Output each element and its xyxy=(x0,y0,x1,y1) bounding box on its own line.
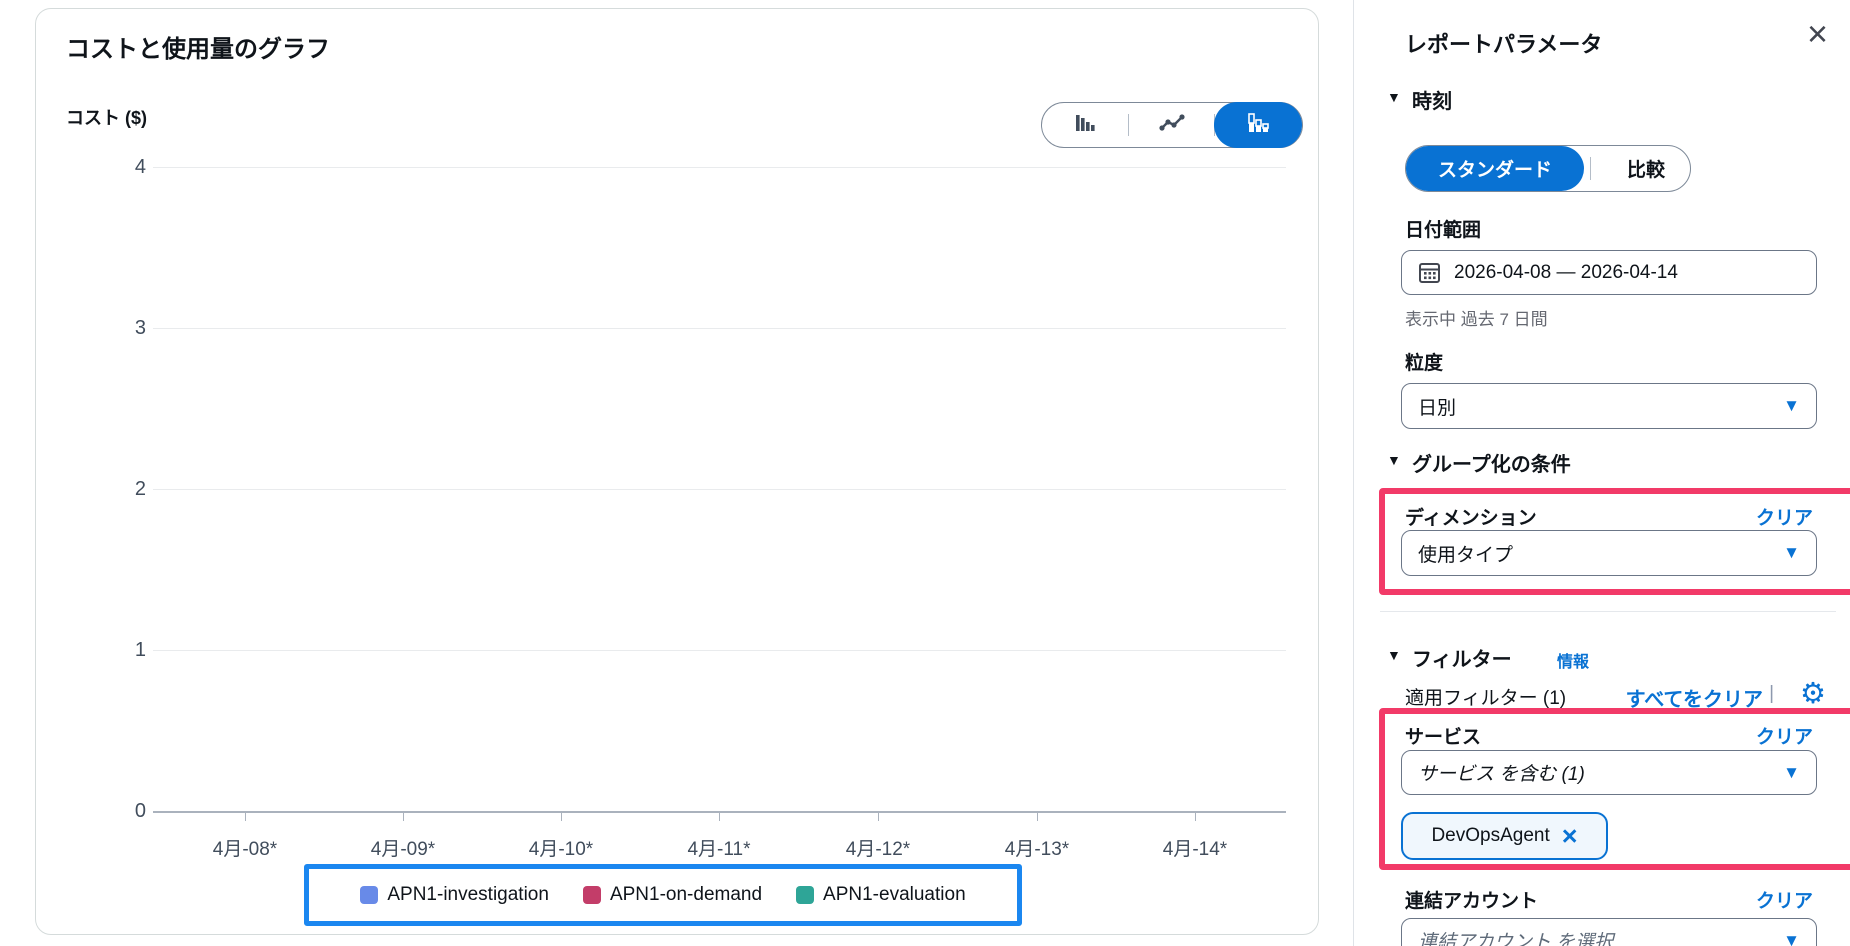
granularity-label: 粒度 xyxy=(1405,353,1444,374)
granularity-value: 日別 xyxy=(1418,397,1457,419)
x-tick-label: 4月-11* xyxy=(687,839,751,860)
x-tick xyxy=(245,813,246,821)
x-tick xyxy=(403,813,404,821)
y-tick-label: 0 xyxy=(134,800,146,822)
cost-usage-chart-card: コストと使用量のグラフ コスト ($) 4 3 2 1 0 4月-08* 4月-… xyxy=(35,8,1319,935)
legend-swatch xyxy=(796,886,815,904)
chevron-down-icon: ▼ xyxy=(1783,543,1800,562)
chevron-down-icon: ▼ xyxy=(1783,762,1800,782)
line-chart-button[interactable] xyxy=(1128,103,1215,147)
filter-info-link[interactable]: 情報 xyxy=(1557,648,1589,672)
chevron-down-icon[interactable]: ▼ xyxy=(1387,452,1401,468)
x-tick-label: 4月-09* xyxy=(370,839,436,860)
legend-label: APN1-evaluation xyxy=(823,884,966,905)
bar-chart-icon xyxy=(1073,110,1099,141)
cost-explorer-page: コストと使用量のグラフ コスト ($) 4 3 2 1 0 4月-08* 4月-… xyxy=(0,0,1850,946)
legend-swatch xyxy=(582,886,601,904)
close-icon[interactable]: × xyxy=(1807,14,1828,54)
applied-filters-label: 適用フィルター (1) xyxy=(1405,688,1567,709)
y-tick-label: 1 xyxy=(134,639,146,661)
legend-item[interactable]: APN1-investigation xyxy=(360,884,549,906)
chevron-down-icon[interactable]: ▼ xyxy=(1387,89,1401,105)
dimension-label: ディメンション xyxy=(1405,508,1537,529)
chart-legend-highlighted: APN1-investigation APN1-on-demand APN1-e… xyxy=(304,864,1022,926)
legend-item[interactable]: APN1-evaluation xyxy=(796,884,966,906)
linked-account-dropdown[interactable]: 連結アカウント を選択 ▼ xyxy=(1401,918,1817,946)
chevron-down-icon[interactable]: ▼ xyxy=(1387,647,1401,663)
separator: | xyxy=(1769,683,1774,704)
panel-title: レポートパラメータ xyxy=(1405,32,1603,57)
x-tick xyxy=(719,813,720,821)
x-tick xyxy=(878,813,879,821)
service-filter-dropdown[interactable]: サービス を含む (1) ▼ xyxy=(1401,750,1817,795)
x-tick xyxy=(561,813,562,821)
granularity-dropdown[interactable]: 日別 ▼ xyxy=(1401,383,1817,429)
mode-compare-button[interactable]: 比較 xyxy=(1602,146,1690,191)
y-axis-title: コスト ($) xyxy=(66,108,147,128)
stacked-bar-chart-button-selected[interactable] xyxy=(1214,102,1302,148)
x-tick xyxy=(1195,813,1196,821)
remove-token-icon[interactable]: × xyxy=(1562,822,1578,850)
time-mode-toggle: スタンダード 比較 xyxy=(1405,145,1691,192)
legend-label: APN1-on-demand xyxy=(609,884,763,905)
service-clear-link[interactable]: クリア xyxy=(1756,722,1813,749)
service-filter-value: サービス を含む (1) xyxy=(1418,764,1585,785)
mode-standard-button[interactable]: スタンダード xyxy=(1406,146,1584,191)
gridline-3 xyxy=(153,328,1286,329)
chart-type-segmented-control xyxy=(1041,102,1303,148)
bar-chart-button[interactable] xyxy=(1042,103,1129,147)
x-tick-label: 4月-13* xyxy=(1004,839,1070,860)
section-divider xyxy=(1380,611,1836,612)
calendar-icon xyxy=(1418,261,1441,284)
y-tick-label: 4 xyxy=(134,156,146,178)
linked-account-clear-link[interactable]: クリア xyxy=(1756,886,1813,913)
date-range-value: 2026-04-08 — 2026-04-14 xyxy=(1454,261,1678,283)
section-header-filter[interactable]: フィルター xyxy=(1412,643,1512,672)
service-label: サービス xyxy=(1405,727,1482,748)
date-range-label: 日付範囲 xyxy=(1405,220,1482,241)
legend-swatch xyxy=(360,886,379,904)
gridline-2 xyxy=(153,489,1286,490)
token-label: DevOpsAgent xyxy=(1431,825,1550,846)
date-range-input[interactable]: 2026-04-08 — 2026-04-14 xyxy=(1401,250,1817,295)
chevron-down-icon: ▼ xyxy=(1783,396,1800,415)
dimension-clear-link[interactable]: クリア xyxy=(1756,503,1813,530)
report-parameters-panel: レポートパラメータ × ▼ 時刻 スタンダード 比較 日付範囲 2026-04-… xyxy=(1354,0,1850,946)
toggle-divider xyxy=(1590,157,1591,180)
gridline-1 xyxy=(153,650,1286,651)
legend-item[interactable]: APN1-on-demand xyxy=(582,884,763,906)
service-token-devopsagent[interactable]: DevOpsAgent × xyxy=(1401,812,1608,860)
chevron-down-icon: ▼ xyxy=(1783,930,1800,946)
x-tick xyxy=(1037,813,1038,821)
x-tick-label: 4月-12* xyxy=(845,839,911,860)
stacked-bar-chart-icon xyxy=(1245,110,1271,141)
y-tick-label: 3 xyxy=(134,317,146,339)
y-tick-label: 2 xyxy=(134,478,146,500)
linked-account-label: 連結アカウント xyxy=(1405,891,1539,912)
linked-account-placeholder: 連結アカウント を選択 xyxy=(1418,932,1614,946)
date-range-helper: 表示中 過去 7 日間 xyxy=(1405,310,1548,329)
dimension-value: 使用タイプ xyxy=(1418,544,1514,566)
gridline-4 xyxy=(153,167,1286,168)
gear-icon[interactable]: ⚙ xyxy=(1800,676,1826,711)
x-tick-label: 4月-10* xyxy=(528,839,594,860)
section-header-time[interactable]: 時刻 xyxy=(1412,85,1452,114)
chart-title: コストと使用量のグラフ xyxy=(66,36,330,63)
x-tick-label: 4月-08* xyxy=(212,839,278,860)
dimension-dropdown[interactable]: 使用タイプ ▼ xyxy=(1401,530,1817,576)
x-tick-label: 4月-14* xyxy=(1162,839,1228,860)
legend-label: APN1-investigation xyxy=(387,884,549,905)
section-header-group-by[interactable]: グループ化の条件 xyxy=(1412,448,1571,477)
line-chart-icon xyxy=(1158,110,1186,141)
